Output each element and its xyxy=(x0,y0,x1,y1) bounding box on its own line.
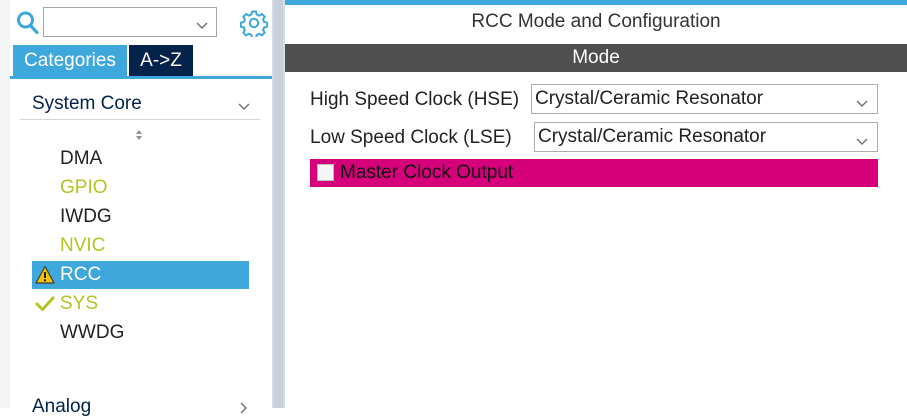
warning-icon xyxy=(35,265,55,285)
lse-label: Low Speed Clock (LSE) xyxy=(310,127,512,148)
gear-icon[interactable] xyxy=(239,9,269,39)
panel-top-accent xyxy=(285,0,907,5)
list-item-sys[interactable]: SYS xyxy=(32,290,249,318)
hse-select[interactable]: Crystal/Ceramic Resonator xyxy=(531,84,878,114)
category-system-core[interactable]: System Core xyxy=(20,89,260,120)
item-label: RCC xyxy=(60,264,102,285)
hse-value: Crystal/Ceramic Resonator xyxy=(535,88,764,109)
mode-section-header[interactable]: Mode xyxy=(285,44,907,72)
master-clock-output-checkbox[interactable] xyxy=(317,164,334,181)
panel-edge xyxy=(0,0,10,408)
list-item-dma[interactable]: DMA xyxy=(32,145,249,173)
item-label: DMA xyxy=(60,148,103,169)
item-label: IWDG xyxy=(60,206,112,227)
list-item-nvic[interactable]: NVIC xyxy=(32,232,249,260)
chevron-down-icon xyxy=(196,17,208,35)
sort-icon[interactable] xyxy=(133,128,145,144)
master-clock-output-label: Master Clock Output xyxy=(340,162,514,183)
category-label: System Core xyxy=(32,93,142,114)
search-icon[interactable] xyxy=(16,10,40,36)
search-input[interactable] xyxy=(43,7,217,37)
chevron-down-icon xyxy=(856,95,868,113)
chevron-down-icon xyxy=(856,133,868,151)
item-label: NVIC xyxy=(60,235,106,256)
category-analog[interactable]: Analog xyxy=(20,392,260,419)
tab-a-z[interactable]: A->Z xyxy=(129,45,193,76)
item-label: GPIO xyxy=(60,177,108,198)
list-item-rcc[interactable]: RCC xyxy=(32,261,249,289)
chevron-down-icon xyxy=(238,98,250,116)
hse-label: High Speed Clock (HSE) xyxy=(310,89,520,110)
lse-value: Crystal/Ceramic Resonator xyxy=(538,126,767,147)
configuration-panel: RCC Mode and Configuration Mode High Spe… xyxy=(285,0,907,408)
list-item-wwdg[interactable]: WWDG xyxy=(32,319,249,347)
list-item-gpio[interactable]: GPIO xyxy=(32,174,249,202)
panel-title: RCC Mode and Configuration xyxy=(471,11,721,32)
checkmark-icon xyxy=(35,294,55,314)
lse-select[interactable]: Crystal/Ceramic Resonator xyxy=(534,122,878,152)
item-label: SYS xyxy=(60,293,99,314)
categories-panel: Categories A->Z System Core DMA GPIO IWD… xyxy=(0,0,272,417)
splitter-handle xyxy=(274,0,283,408)
category-label: Analog xyxy=(32,396,92,417)
master-clock-output-row[interactable]: Master Clock Output xyxy=(310,159,878,187)
tab-underline xyxy=(10,76,272,79)
tab-categories[interactable]: Categories xyxy=(13,45,127,76)
chevron-right-icon xyxy=(240,401,248,419)
item-label: WWDG xyxy=(60,322,125,343)
list-item-iwdg[interactable]: IWDG xyxy=(32,203,249,231)
panel-splitter[interactable] xyxy=(272,0,285,408)
